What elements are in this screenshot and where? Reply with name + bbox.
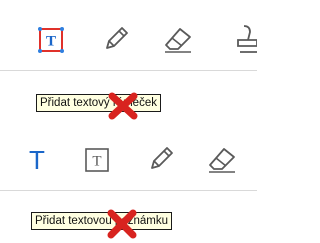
toolbar-divider	[0, 70, 257, 71]
pencil-icon	[106, 27, 128, 49]
text-note-tool-button[interactable]: T	[22, 145, 52, 175]
toolbar-divider	[0, 190, 257, 191]
eraser-tool-button[interactable]	[161, 23, 195, 55]
tooltip: Přidat textovou poznámku	[31, 212, 172, 230]
eraser-icon	[209, 148, 235, 173]
svg-text:T: T	[92, 154, 101, 170]
eraser-tool-button[interactable]	[205, 143, 239, 175]
eraser-icon	[165, 28, 191, 53]
tooltip: Přidat textový rámeček	[36, 94, 161, 112]
stamp-icon	[237, 25, 257, 53]
text-box-tool-button[interactable]: T	[82, 145, 112, 175]
cross-mark-icon	[106, 90, 140, 122]
bottom-toolbar-panel: T T Přidat textovou poznámku	[0, 121, 257, 243]
pencil-tool-button[interactable]	[100, 23, 132, 55]
svg-text:T: T	[46, 34, 56, 50]
pencil-tool-button[interactable]	[145, 143, 177, 175]
text-box-tool-button[interactable]: T	[36, 25, 66, 55]
pencil-icon	[151, 147, 173, 169]
top-toolbar-panel: T Přidat textový rámeček	[0, 0, 257, 121]
stamp-tool-button[interactable]	[234, 22, 257, 56]
text-box-icon: T	[85, 148, 109, 172]
text-box-icon: T	[38, 27, 64, 53]
text-t-icon: T	[29, 145, 45, 175]
cross-mark-icon	[105, 207, 139, 241]
svg-text:T: T	[29, 145, 45, 175]
